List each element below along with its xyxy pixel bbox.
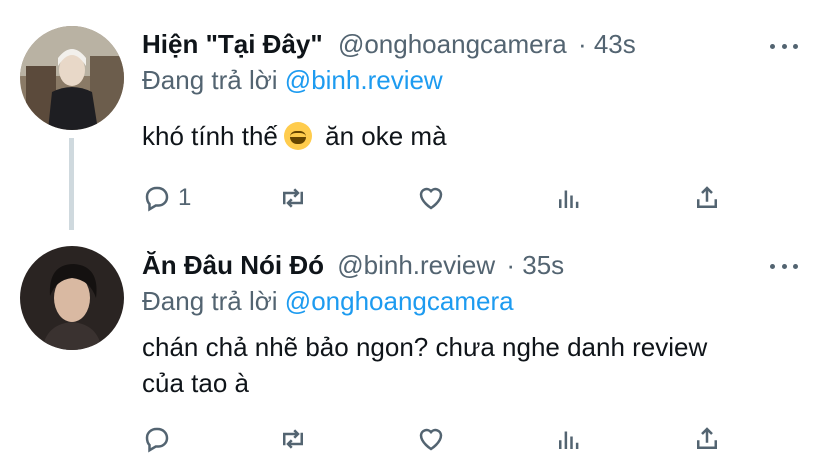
analytics-button[interactable] bbox=[554, 421, 584, 457]
tweet-2[interactable]: Ăn Đâu Nói Đó @binh.review · 35s Đang tr… bbox=[0, 235, 828, 471]
analytics-icon bbox=[559, 190, 579, 208]
reply-button[interactable] bbox=[142, 421, 172, 457]
tweet-text-part: khó tính thế bbox=[142, 121, 278, 151]
share-button[interactable] bbox=[692, 180, 722, 216]
tweet-text-line: của tao à bbox=[142, 368, 249, 398]
reply-count: 1 bbox=[178, 184, 192, 211]
tweet-text-line: chán chả nhẽ bảo ngon? chưa nghe danh re… bbox=[142, 332, 708, 362]
analytics-icon bbox=[559, 431, 579, 449]
replying-prefix: Đang trả lời bbox=[142, 65, 278, 95]
display-name[interactable]: Hiện "Tại Đây" bbox=[142, 29, 323, 59]
more-icon[interactable] bbox=[770, 261, 798, 271]
like-icon bbox=[419, 187, 443, 210]
retweet-button[interactable] bbox=[278, 180, 308, 216]
action-bar: 1 bbox=[142, 180, 762, 216]
tweet-1[interactable]: Hiện "Tại Đây" @onghoangcamera · 43s Đan… bbox=[0, 0, 828, 235]
share-icon bbox=[697, 427, 717, 449]
share-button[interactable] bbox=[692, 421, 722, 457]
retweet-icon bbox=[283, 188, 303, 208]
analytics-button[interactable] bbox=[554, 180, 584, 216]
replying-to: Đang trả lời @binh.review bbox=[142, 64, 443, 96]
tweet-header: Ăn Đâu Nói Đó @binh.review · 35s bbox=[142, 249, 564, 281]
avatar[interactable] bbox=[20, 246, 124, 350]
reply-button[interactable]: 1 bbox=[142, 180, 191, 216]
tweet-text: chán chả nhẽ bảo ngon? chưa nghe danh re… bbox=[142, 329, 707, 401]
reply-icon bbox=[145, 186, 169, 212]
display-name[interactable]: Ăn Đâu Nói Đó bbox=[142, 250, 324, 280]
replying-prefix: Đang trả lời bbox=[142, 286, 278, 316]
handle[interactable]: @binh.review bbox=[337, 250, 495, 280]
more-icon[interactable] bbox=[770, 41, 798, 51]
timestamp[interactable]: · 35s bbox=[506, 250, 564, 280]
grinning-sweat-emoji bbox=[283, 122, 312, 150]
retweet-icon bbox=[283, 429, 303, 449]
like-button[interactable] bbox=[416, 421, 446, 457]
like-icon bbox=[419, 428, 443, 451]
retweet-button[interactable] bbox=[278, 421, 308, 457]
mention-link[interactable]: @binh.review bbox=[285, 65, 443, 95]
reply-icon bbox=[145, 427, 169, 453]
tweet-text: khó tính thế ăn oke mà bbox=[142, 118, 447, 154]
tweet-text-part: ăn oke mà bbox=[325, 121, 447, 151]
replying-to: Đang trả lời @onghoangcamera bbox=[142, 285, 514, 317]
mention-link[interactable]: @onghoangcamera bbox=[285, 286, 514, 316]
avatar[interactable] bbox=[20, 26, 124, 130]
timestamp[interactable]: · 43s bbox=[578, 29, 636, 59]
handle[interactable]: @onghoangcamera bbox=[338, 29, 567, 59]
like-button[interactable] bbox=[416, 180, 446, 216]
tweet-header: Hiện "Tại Đây" @onghoangcamera · 43s bbox=[142, 28, 636, 60]
share-icon bbox=[697, 186, 717, 208]
action-bar bbox=[142, 421, 762, 457]
